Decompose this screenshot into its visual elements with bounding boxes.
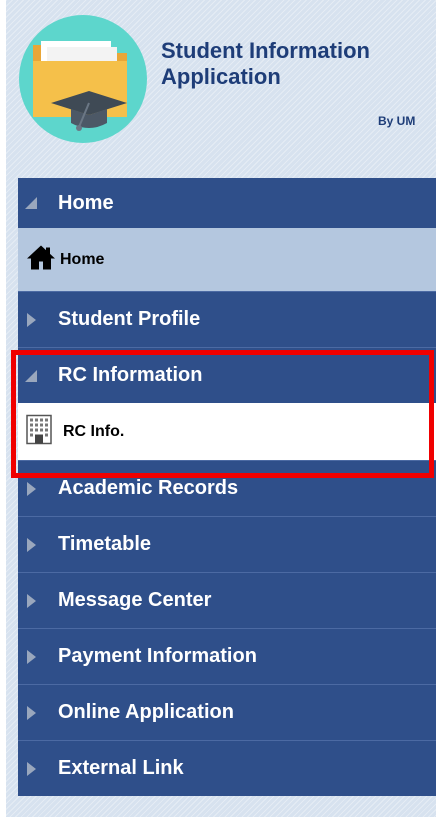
expand-triangle-icon xyxy=(24,761,38,776)
app-title-line1: Student Information xyxy=(161,38,370,63)
app-title-line2: Application xyxy=(161,64,281,89)
expand-triangle-icon xyxy=(24,705,38,720)
expand-triangle-icon xyxy=(24,481,38,496)
menu-header-label: Message Center xyxy=(58,589,212,611)
menu-header-external-link[interactable]: External Link xyxy=(18,740,436,796)
menu-header-online-application[interactable]: Online Application xyxy=(18,684,436,740)
menu-header-label: Student Profile xyxy=(58,308,201,330)
folder-graduation-cap-icon xyxy=(33,41,127,131)
menu-header-label: External Link xyxy=(58,757,184,779)
expand-triangle-icon xyxy=(24,312,38,327)
menu-header-label: Online Application xyxy=(58,701,234,723)
app-header: Student Information Application By UM xyxy=(6,0,436,174)
house-icon xyxy=(25,243,57,276)
expand-triangle-icon xyxy=(24,537,38,552)
app-logo xyxy=(19,15,147,143)
menu-header-label: Academic Records xyxy=(58,477,239,499)
collapse-triangle-icon xyxy=(24,196,38,210)
app-title: Student Information Application xyxy=(161,38,370,90)
menu-item-label: Home xyxy=(60,250,105,268)
building-icon xyxy=(25,414,53,449)
menu-header-timetable[interactable]: Timetable xyxy=(18,516,436,572)
collapse-triangle-icon xyxy=(24,369,38,383)
menu-header-label: RC Information xyxy=(58,364,203,386)
menu-header-message-center[interactable]: Message Center xyxy=(18,572,436,628)
menu-header-label: Payment Information xyxy=(58,645,257,667)
app-byline: By UM xyxy=(378,114,416,128)
expand-triangle-icon xyxy=(24,649,38,664)
menu-header-label: Home xyxy=(58,191,114,214)
nav-menu: Home Home Student Profile RC Information xyxy=(18,178,436,796)
menu-item-home[interactable]: Home xyxy=(18,228,436,291)
sidebar-panel: Student Information Application By UM Ho… xyxy=(6,0,436,817)
menu-item-rc-info[interactable]: RC Info. xyxy=(18,403,436,460)
menu-header-home[interactable]: Home xyxy=(18,178,436,228)
menu-header-payment-information[interactable]: Payment Information xyxy=(18,628,436,684)
menu-header-label: Timetable xyxy=(58,533,151,555)
menu-header-academic-records[interactable]: Academic Records xyxy=(18,460,436,516)
menu-header-student-profile[interactable]: Student Profile xyxy=(18,291,436,347)
menu-header-rc-information[interactable]: RC Information xyxy=(18,347,436,403)
expand-triangle-icon xyxy=(24,593,38,608)
menu-item-label: RC Info. xyxy=(63,422,125,440)
